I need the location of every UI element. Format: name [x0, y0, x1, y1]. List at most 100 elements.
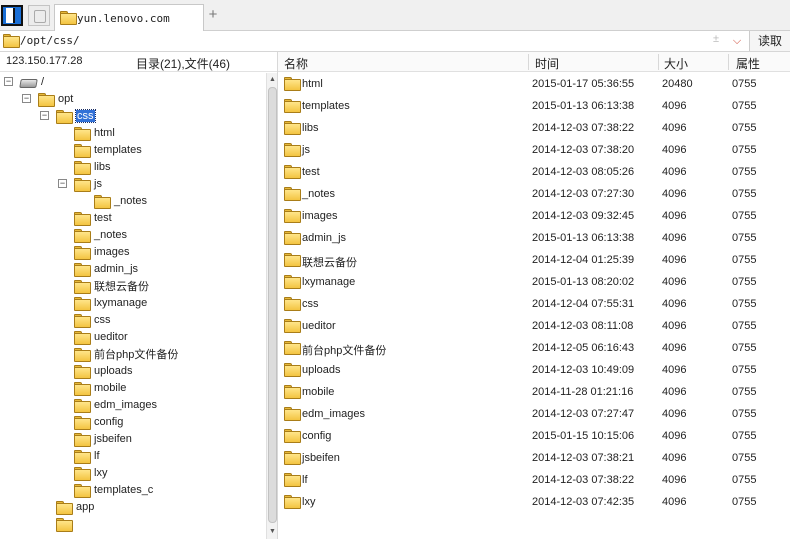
tree-node[interactable]: templates_c — [74, 481, 153, 498]
column-name-header[interactable]: 名称 — [284, 55, 308, 72]
collapse-icon[interactable]: − — [4, 77, 13, 86]
tree-node[interactable]: edm_images — [74, 396, 157, 413]
tree-node[interactable]: images — [74, 243, 129, 260]
file-row[interactable]: lf 2014-12-03 07:38:22 4096 0755 — [278, 469, 790, 491]
tree-node[interactable]: − / — [4, 73, 44, 90]
file-size: 4096 — [662, 430, 687, 442]
tree-node[interactable]: ueditor — [74, 328, 128, 345]
file-row[interactable]: templates 2015-01-13 06:13:38 4096 0755 — [278, 95, 790, 117]
folder-icon — [3, 34, 20, 48]
folder-icon — [56, 517, 73, 532]
collapse-icon[interactable]: − — [58, 179, 67, 188]
chevron-down-icon[interactable]: ⌵ — [729, 32, 745, 50]
file-row[interactable]: edm_images 2014-12-03 07:27:47 4096 0755 — [278, 403, 790, 425]
folder-icon — [74, 262, 91, 277]
file-row[interactable]: js 2014-12-03 07:38:20 4096 0755 — [278, 139, 790, 161]
file-row[interactable]: lxymanage 2015-01-13 08:20:02 4096 0755 — [278, 271, 790, 293]
file-time: 2014-12-04 01:25:39 — [532, 254, 635, 266]
tree-node[interactable]: lf — [74, 447, 100, 464]
tab-site[interactable]: yun.lenovo.com — [54, 4, 204, 31]
tree-node-label: test — [94, 211, 112, 224]
directory-tree: − / − opt − css html templates libs − js _notes test… — [0, 73, 265, 539]
file-name: jsbeifen — [302, 452, 340, 464]
drive-icon — [20, 77, 36, 87]
file-row[interactable]: libs 2014-12-03 07:38:22 4096 0755 — [278, 117, 790, 139]
tree-node[interactable]: − js — [58, 175, 102, 192]
file-row[interactable]: css 2014-12-04 07:55:31 4096 0755 — [278, 293, 790, 315]
column-divider[interactable] — [528, 54, 529, 70]
tree-node[interactable]: libs — [74, 158, 111, 175]
folder-icon — [284, 209, 301, 223]
column-divider[interactable] — [658, 54, 659, 70]
file-row[interactable]: _notes 2014-12-03 07:27:30 4096 0755 — [278, 183, 790, 205]
file-row[interactable]: jsbeifen 2014-12-03 07:38:21 4096 0755 — [278, 447, 790, 469]
read-button[interactable]: 读取 — [749, 31, 790, 51]
column-time-header[interactable]: 时间 — [535, 55, 559, 72]
file-size: 4096 — [662, 298, 687, 310]
file-size: 4096 — [662, 100, 687, 112]
scroll-down-icon[interactable]: ▼ — [268, 527, 277, 537]
file-permissions: 0755 — [732, 298, 757, 310]
tree-node[interactable]: css — [74, 311, 111, 328]
path-input[interactable]: /opt/css/ — [20, 34, 80, 47]
folder-icon — [56, 500, 73, 515]
tree-node[interactable]: _notes — [94, 192, 147, 209]
tree-node[interactable]: app — [56, 498, 94, 515]
tree-node[interactable]: html — [74, 124, 115, 141]
tree-node[interactable]: mobile — [74, 379, 126, 396]
file-row[interactable]: images 2014-12-03 09:32:45 4096 0755 — [278, 205, 790, 227]
column-perm-header[interactable]: 属性 — [736, 55, 760, 72]
folder-icon — [284, 341, 301, 355]
scroll-thumb[interactable] — [268, 87, 277, 523]
collapse-icon[interactable]: − — [22, 94, 31, 103]
tree-node[interactable]: lxy — [74, 464, 107, 481]
file-name: mobile — [302, 386, 335, 398]
file-size: 4096 — [662, 408, 687, 420]
tree-node[interactable]: − css — [40, 107, 96, 124]
collapse-icon[interactable]: − — [40, 111, 49, 120]
tree-node[interactable]: admin_js — [74, 260, 138, 277]
file-name: uploads — [302, 364, 341, 376]
tree-node[interactable]: 前台php文件备份 — [74, 345, 178, 362]
column-divider[interactable] — [728, 54, 729, 70]
column-size-header[interactable]: 大小 — [664, 55, 688, 72]
panel-toggle-icon[interactable] — [1, 5, 23, 26]
tree-node[interactable]: uploads — [74, 362, 133, 379]
file-permissions: 0755 — [732, 232, 757, 244]
tree-node-label: jsbeifen — [94, 432, 132, 445]
file-row[interactable]: mobile 2014-11-28 01:21:16 4096 0755 — [278, 381, 790, 403]
tree-node[interactable]: templates — [74, 141, 142, 158]
folder-icon — [74, 364, 91, 379]
path-extra-icon[interactable]: ± — [713, 33, 719, 45]
file-permissions: 0755 — [732, 254, 757, 266]
tree-node[interactable]: − opt — [22, 90, 73, 107]
tree-node[interactable]: 联想云备份 — [74, 277, 149, 294]
tree-node[interactable] — [56, 515, 76, 532]
file-permissions: 0755 — [732, 276, 757, 288]
file-time: 2014-12-03 09:32:45 — [532, 210, 635, 222]
file-row[interactable]: admin_js 2015-01-13 06:13:38 4096 0755 — [278, 227, 790, 249]
file-row[interactable]: 联想云备份 2014-12-04 01:25:39 4096 0755 — [278, 249, 790, 271]
file-row[interactable]: html 2015-01-17 05:36:55 20480 0755 — [278, 73, 790, 95]
file-row[interactable]: test 2014-12-03 08:05:26 4096 0755 — [278, 161, 790, 183]
file-permissions: 0755 — [732, 496, 757, 508]
file-row[interactable]: config 2015-01-15 10:15:06 4096 0755 — [278, 425, 790, 447]
add-tab-button[interactable]: + — [206, 6, 220, 24]
file-size: 4096 — [662, 188, 687, 200]
tree-node[interactable]: config — [74, 413, 123, 430]
tree-node[interactable]: _notes — [74, 226, 127, 243]
tree-scrollbar[interactable]: ▲ ▼ — [266, 73, 277, 539]
scroll-up-icon[interactable]: ▲ — [268, 75, 277, 85]
file-row[interactable]: uploads 2014-12-03 10:49:09 4096 0755 — [278, 359, 790, 381]
file-permissions: 0755 — [732, 144, 757, 156]
file-row[interactable]: lxy 2014-12-03 07:42:35 4096 0755 — [278, 491, 790, 513]
file-row[interactable]: 前台php文件备份 2014-12-05 06:16:43 4096 0755 — [278, 337, 790, 359]
file-row[interactable]: ueditor 2014-12-03 08:11:08 4096 0755 — [278, 315, 790, 337]
folder-icon — [74, 398, 91, 413]
tree-node[interactable]: test — [74, 209, 112, 226]
tree-node[interactable]: lxymanage — [74, 294, 147, 311]
tree-node[interactable]: jsbeifen — [74, 430, 132, 447]
file-size: 4096 — [662, 210, 687, 222]
server-ip: 123.150.177.28 — [6, 55, 83, 67]
new-window-icon[interactable] — [28, 5, 50, 26]
